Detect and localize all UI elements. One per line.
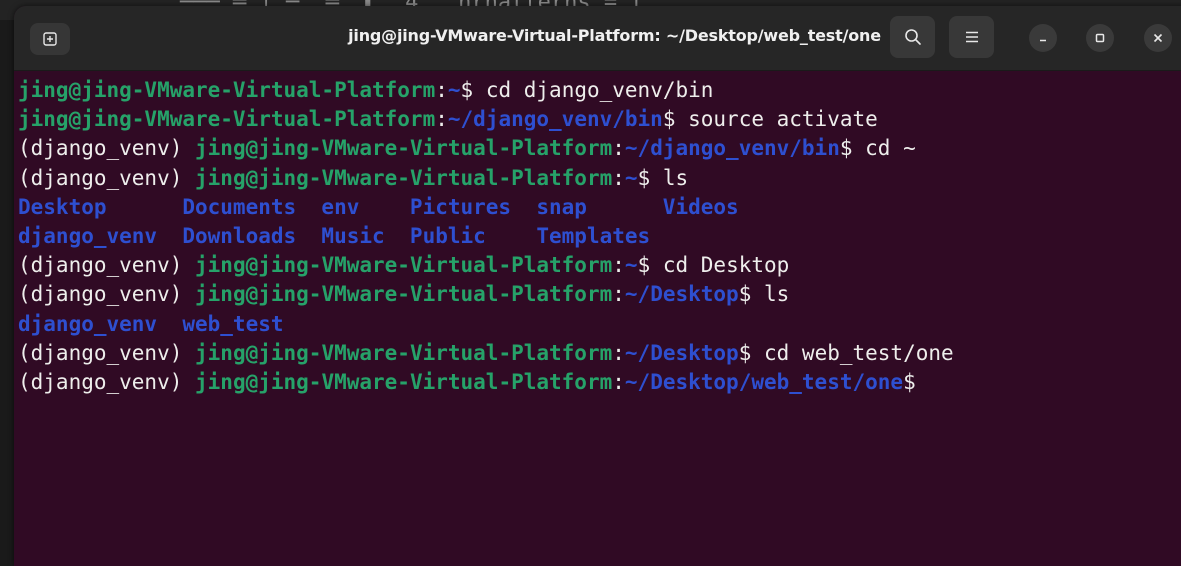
prompt-separator: :: [612, 369, 625, 394]
directory-listing: django_venv Downloads Music Public Templ…: [18, 223, 651, 248]
prompt-line: (django_venv) jing@jing-VMware-Virtual-P…: [18, 134, 1181, 163]
prompt-line: (django_venv) jing@jing-VMware-Virtual-P…: [18, 368, 1181, 397]
prompt-path: ~/django_venv/bin: [624, 136, 840, 161]
prompt-path: ~/Desktop/web_test/one: [624, 369, 904, 394]
prompt-line: (django_venv) jing@jing-VMware-Virtual-P…: [18, 280, 1181, 309]
prompt-path: ~: [624, 253, 638, 278]
command-text: cd Desktop: [662, 253, 790, 278]
prompt-separator: :: [435, 107, 448, 132]
window-title: jing@jing-VMware-Virtual-Platform: ~/Des…: [348, 26, 881, 45]
prompt-user-host: jing@jing-VMware-Virtual-Platform: [195, 369, 613, 394]
prompt-user-host: jing@jing-VMware-Virtual-Platform: [195, 253, 613, 278]
prompt-path: ~/Desktop: [624, 340, 739, 365]
command-text: cd ~: [865, 136, 916, 161]
prompt-separator: :: [435, 78, 448, 102]
title-bar[interactable]: jing@jing-VMware-Virtual-Platform: ~/Des…: [14, 6, 1181, 71]
prompt-sign: $: [637, 165, 663, 190]
venv-indicator: (django_venv): [18, 136, 196, 161]
command-text: source activate: [688, 107, 878, 132]
maximize-icon: [1095, 33, 1105, 43]
prompt-separator: :: [612, 165, 625, 190]
output-line: django_venv web_test: [18, 310, 1181, 339]
menu-button[interactable]: [949, 16, 994, 58]
prompt-sign: $: [662, 107, 689, 132]
prompt-sign: $: [637, 253, 663, 278]
command-text: cd django_venv/bin: [485, 78, 714, 102]
terminal-output[interactable]: jing@jing-VMware-Virtual-Platform:~$ cd …: [14, 71, 1181, 397]
venv-indicator: (django_venv): [18, 253, 196, 278]
minimize-button[interactable]: [1029, 24, 1057, 52]
prompt-sign: $: [460, 78, 486, 102]
prompt-line: jing@jing-VMware-Virtual-Platform:~/djan…: [18, 105, 1181, 134]
prompt-line: (django_venv) jing@jing-VMware-Virtual-P…: [18, 251, 1181, 280]
terminal-window[interactable]: jing@jing-VMware-Virtual-Platform: ~/Des…: [14, 6, 1181, 566]
search-icon: [904, 29, 921, 45]
venv-indicator: (django_venv): [18, 282, 196, 307]
hamburger-menu-icon: [965, 31, 978, 43]
maximize-button[interactable]: [1086, 24, 1114, 52]
prompt-sign: $: [738, 340, 764, 365]
prompt-line: (django_venv) jing@jing-VMware-Virtual-P…: [18, 164, 1181, 193]
prompt-sign: $: [839, 136, 866, 161]
close-icon: [1153, 33, 1163, 43]
prompt-separator: :: [612, 253, 625, 278]
prompt-path: ~/django_venv/bin: [447, 107, 663, 132]
prompt-sign: $: [903, 369, 916, 394]
directory-listing: django_venv web_test: [18, 311, 284, 336]
prompt-user-host: jing@jing-VMware-Virtual-Platform: [195, 136, 613, 161]
directory-listing: Desktop Documents env Pictures snap Vide…: [18, 194, 739, 219]
prompt-user-host: jing@jing-VMware-Virtual-Platform: [18, 107, 436, 132]
prompt-line: (django_venv) jing@jing-VMware-Virtual-P…: [18, 339, 1181, 368]
output-line: Desktop Documents env Pictures snap Vide…: [18, 193, 1181, 222]
minimize-icon: [1040, 39, 1046, 42]
prompt-user-host: jing@jing-VMware-Virtual-Platform: [195, 165, 613, 190]
command-text: ls: [764, 282, 790, 307]
output-line: django_venv Downloads Music Public Templ…: [18, 222, 1181, 251]
venv-indicator: (django_venv): [18, 340, 196, 365]
search-button[interactable]: [890, 16, 935, 58]
prompt-separator: :: [612, 136, 625, 161]
prompt-user-host: jing@jing-VMware-Virtual-Platform: [18, 78, 436, 102]
prompt-separator: :: [612, 282, 625, 307]
prompt-path: ~: [624, 165, 638, 190]
prompt-path: ~/Desktop: [624, 282, 739, 307]
close-button[interactable]: [1144, 24, 1172, 52]
venv-indicator: (django_venv): [18, 165, 196, 190]
prompt-user-host: jing@jing-VMware-Virtual-Platform: [195, 282, 613, 307]
prompt-sign: $: [738, 282, 764, 307]
prompt-user-host: jing@jing-VMware-Virtual-Platform: [195, 340, 613, 365]
command-text: cd web_test/one: [764, 340, 954, 365]
prompt-path: ~: [447, 78, 461, 102]
prompt-line: jing@jing-VMware-Virtual-Platform:~$ cd …: [18, 76, 1181, 105]
command-text: ls: [662, 165, 689, 190]
prompt-separator: :: [612, 340, 625, 365]
venv-indicator: (django_venv): [18, 369, 196, 394]
